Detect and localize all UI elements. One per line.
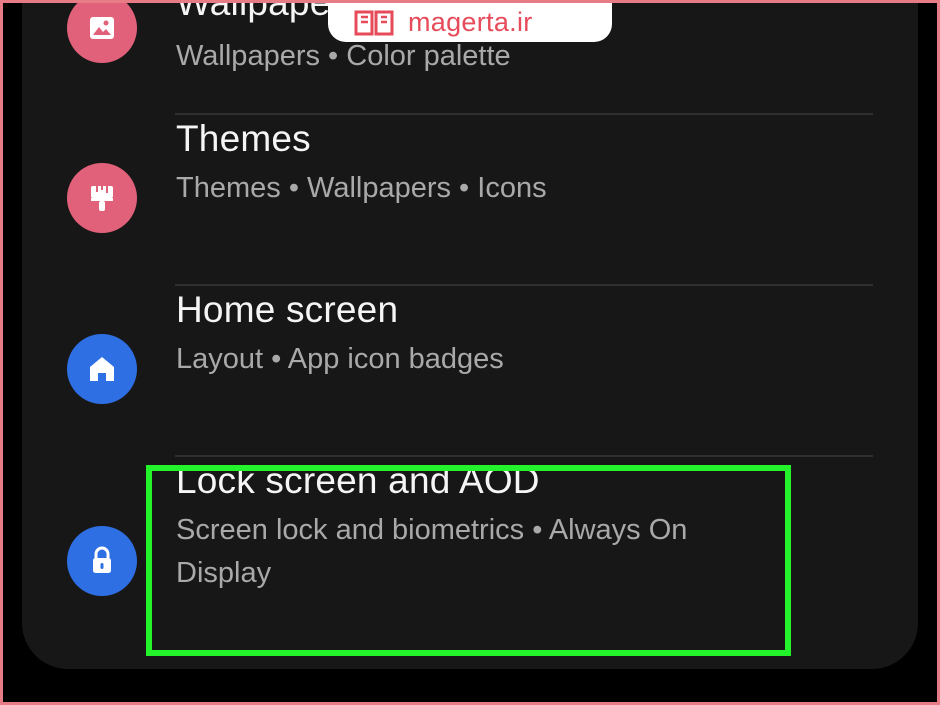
image-icon: [67, 0, 137, 63]
watermark-text: magerta.ir: [408, 7, 533, 37]
settings-item-subtitle: Themes • Wallpapers • Icons: [176, 172, 547, 204]
settings-item-subtitle: Layout • App icon badges: [176, 343, 504, 375]
phone-screen: Wallpaper Wallpapers • Color palette The…: [22, 0, 918, 669]
settings-item-subtitle: Screen lock and biometrics • Always On D…: [176, 514, 688, 589]
lock-icon: [67, 526, 137, 596]
paint-brush-icon: [67, 163, 137, 233]
settings-item-title: Themes: [176, 118, 311, 159]
settings-item-home-screen[interactable]: Home screen Layout • App icon badges: [22, 286, 918, 457]
settings-item-title: Lock screen and AOD: [176, 460, 540, 501]
book-icon: [354, 10, 394, 35]
settings-item-themes[interactable]: Themes Themes • Wallpapers • Icons: [22, 115, 918, 286]
watermark-badge: magerta.ir: [328, 3, 612, 42]
settings-item-title: Wallpaper: [176, 0, 343, 23]
home-icon: [67, 334, 137, 404]
settings-item-lock-screen[interactable]: Lock screen and AOD Screen lock and biom…: [22, 457, 918, 669]
settings-item-title: Home screen: [176, 289, 399, 330]
